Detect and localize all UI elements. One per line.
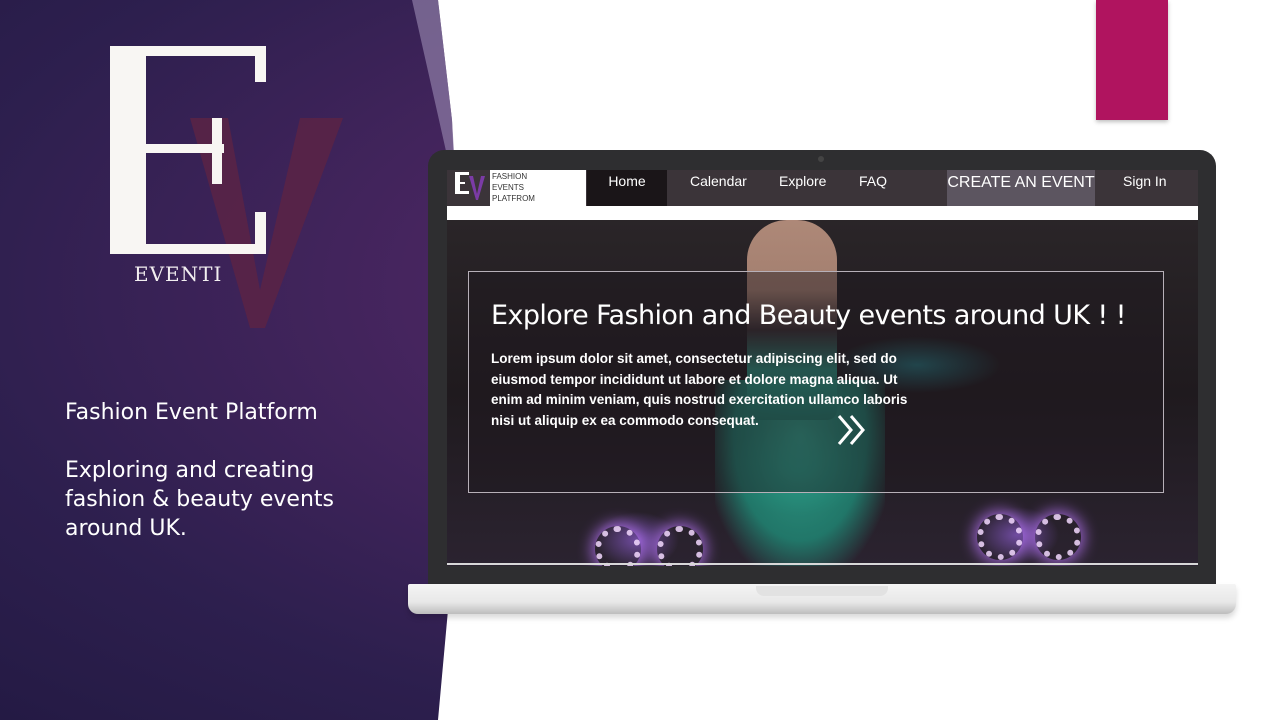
accent-block (1096, 0, 1168, 120)
laptop-camera (818, 156, 824, 162)
hero-section: Explore Fashion and Beauty events around… (447, 220, 1198, 566)
hero-content-box: Explore Fashion and Beauty events around… (468, 271, 1164, 493)
nav-home[interactable]: Home (587, 170, 667, 206)
intro-description: Exploring and creating fashion & beauty … (65, 458, 334, 541)
eventi-logo (110, 46, 343, 328)
brand-line: EVENTS (492, 183, 525, 192)
hero-title: Explore Fashion and Beauty events around… (491, 300, 1126, 331)
stage-light (977, 514, 1023, 560)
brand-line: FASHION (492, 172, 528, 181)
hero-bottom-line (447, 563, 1198, 565)
nav-divider-strip (447, 206, 1198, 220)
stage-light (595, 526, 641, 566)
logo-wordmark: EVENTI (134, 262, 223, 286)
brand-line: PLATFROM (492, 194, 535, 203)
site-brand-text: FASHION EVENTS PLATFROM (490, 170, 586, 206)
nav-calendar[interactable]: Calendar (690, 170, 747, 194)
stage-light (657, 526, 703, 566)
site-navbar: FASHION EVENTS PLATFROM Home Calendar Ex… (447, 170, 1198, 206)
intro-text-block: Fashion Event Platform Exploring and cre… (65, 398, 385, 572)
nav-explore[interactable]: Explore (779, 170, 826, 194)
site-logo-icon[interactable] (447, 170, 489, 206)
create-event-button[interactable]: CREATE AN EVENT (947, 170, 1095, 206)
nav-faq[interactable]: FAQ (859, 170, 887, 194)
laptop-screen: FASHION EVENTS PLATFROM Home Calendar Ex… (447, 170, 1198, 566)
sign-in-link[interactable]: Sign In (1123, 170, 1167, 192)
stage-light (1035, 514, 1081, 560)
laptop-base-notch (756, 586, 888, 596)
intro-title: Fashion Event Platform (65, 400, 318, 425)
double-chevron-right-icon[interactable] (833, 410, 873, 450)
